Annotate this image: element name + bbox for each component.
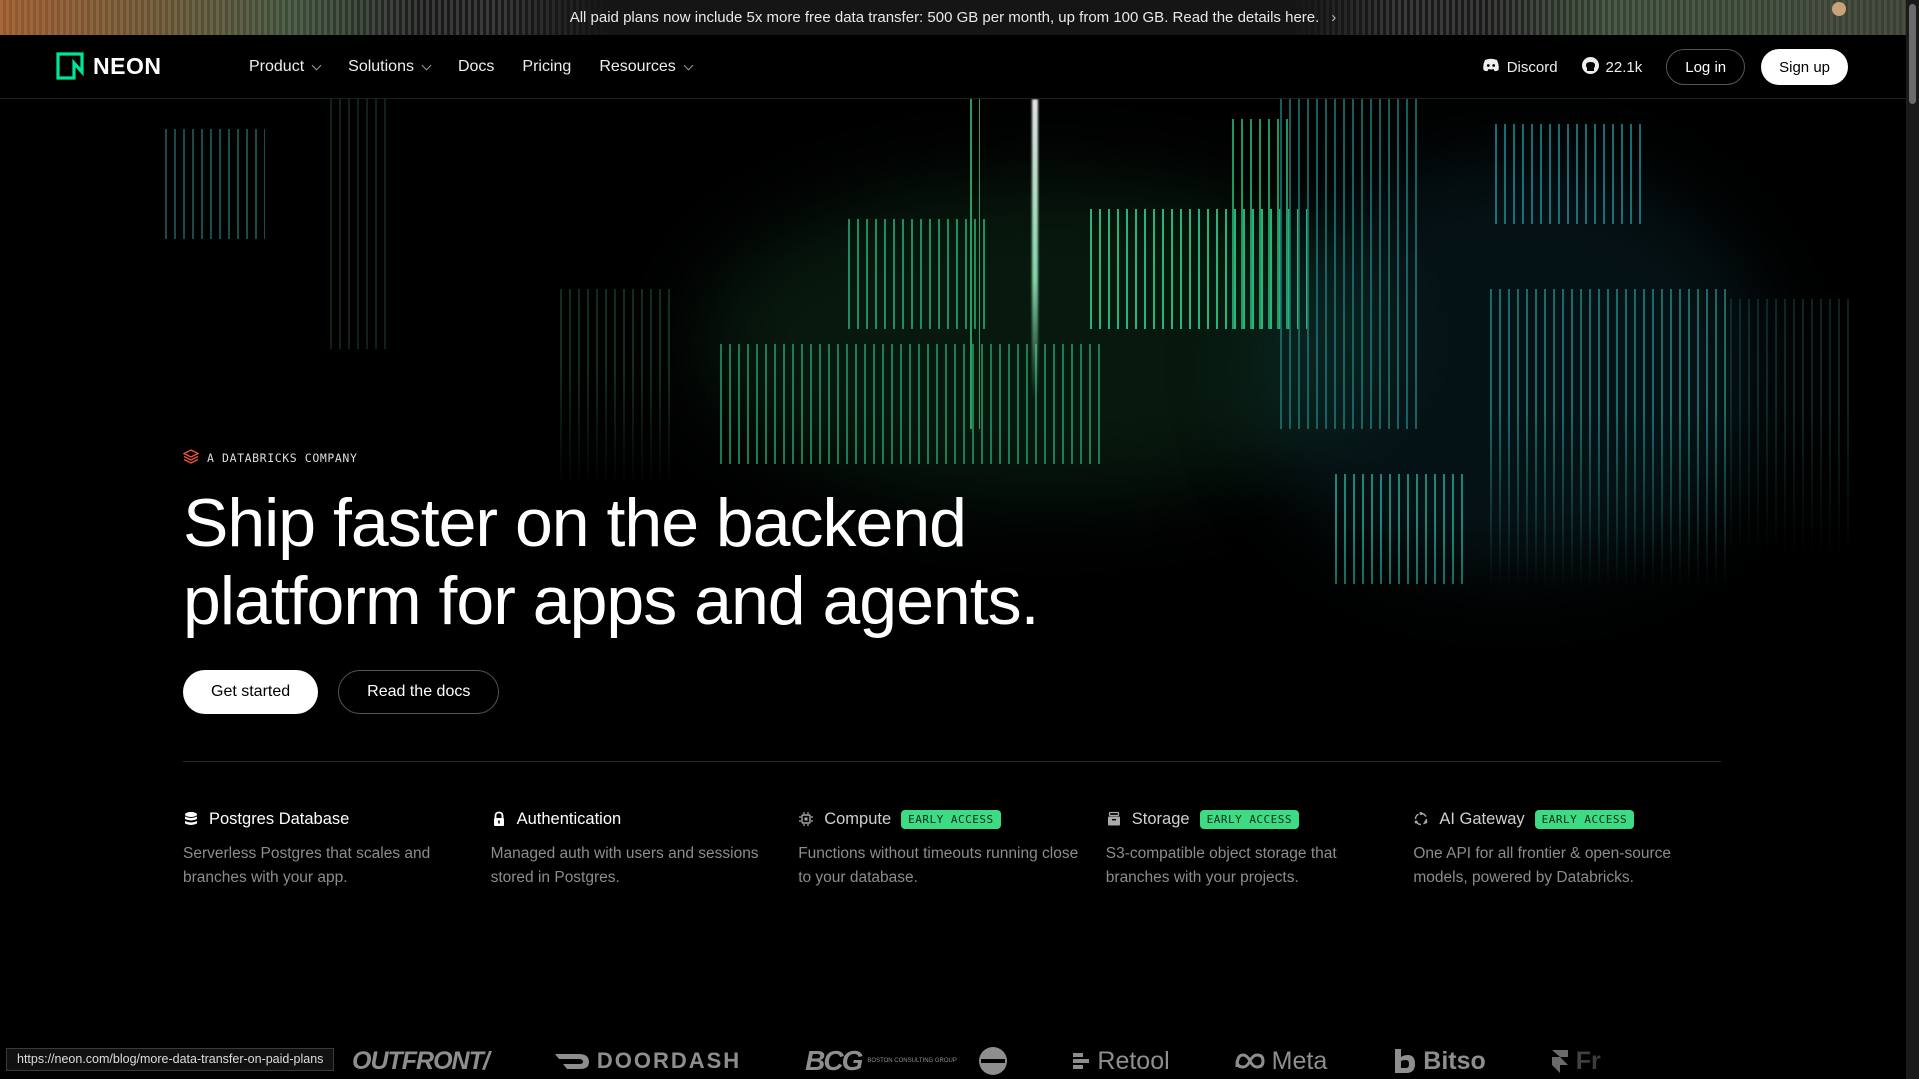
eyebrow-text: A DATABRICKS COMPANY <box>207 451 358 465</box>
login-button[interactable]: Log in <box>1666 49 1746 85</box>
outfront-logo: OUTFRONT/ <box>352 1046 490 1075</box>
feature-description: Serverless Postgres that scales and bran… <box>183 845 431 886</box>
retool-icon <box>1073 1053 1090 1069</box>
feature-description: Managed auth with users and sessions sto… <box>490 845 759 886</box>
doordash-label: DOORDASH <box>596 1048 742 1073</box>
bitso-icon <box>1395 1049 1416 1073</box>
github-icon <box>1581 56 1599 78</box>
bitso-logo: Bitso <box>1391 1047 1486 1076</box>
feature-list: Postgres Database Serverless Postgres th… <box>183 806 1721 890</box>
signup-button[interactable]: Sign up <box>1761 49 1848 85</box>
github-stars: 22.1k <box>1605 58 1643 76</box>
database-icon <box>183 811 199 827</box>
nav-solutions-label: Solutions <box>348 58 414 75</box>
page: All paid plans now include 5x more free … <box>0 0 1919 1079</box>
feature-title: Compute <box>824 809 892 828</box>
header-actions: Discord 22.1k Log in Sign up <box>1482 35 1848 99</box>
early-access-badge: EARLY ACCESS <box>901 809 1001 829</box>
meta-label: Meta <box>1271 1046 1328 1075</box>
feature-storage[interactable]: Storage EARLY ACCESS S3-compatible objec… <box>1106 806 1414 890</box>
nav-pricing-label: Pricing <box>522 58 572 75</box>
retool-logo: Retool <box>1071 1046 1170 1076</box>
chevron-down-icon <box>421 60 432 70</box>
nav-resources[interactable]: Resources <box>599 58 694 76</box>
announcement-text[interactable]: All paid plans now include 5x more free … <box>570 9 1320 26</box>
nav-resources-label: Resources <box>599 58 676 75</box>
feature-compute[interactable]: Compute EARLY ACCESS Functions without t… <box>798 806 1106 890</box>
gateway-icon <box>1413 811 1429 827</box>
status-bar-url: https://neon.com/blog/more-data-transfer… <box>6 1048 335 1071</box>
discord-link[interactable]: Discord <box>1482 58 1558 76</box>
chevron-down-icon <box>311 60 322 70</box>
meta-icon <box>1235 1053 1265 1069</box>
page-scrollbar[interactable] <box>1906 0 1919 1079</box>
read-docs-button[interactable]: Read the docs <box>338 670 500 714</box>
announcement-banner[interactable]: All paid plans now include 5x more free … <box>0 0 1906 35</box>
doordash-logo: DOORDASH <box>553 1048 741 1074</box>
pepsi-logo <box>979 1047 1008 1075</box>
extension-icon[interactable] <box>1832 2 1846 16</box>
chevron-down-icon <box>683 60 694 70</box>
feature-title: Postgres Database <box>209 809 350 828</box>
nav-pricing[interactable]: Pricing <box>522 58 571 76</box>
hero-headline: Ship faster on the backend platform for … <box>183 484 1183 640</box>
neon-logo-icon <box>56 52 84 80</box>
chevron-right-icon: › <box>1331 9 1337 26</box>
early-access-badge: EARLY ACCESS <box>1534 809 1635 829</box>
bitso-label: Bitso <box>1423 1046 1486 1075</box>
chip-icon <box>798 811 814 827</box>
feature-postgres[interactable]: Postgres Database Serverless Postgres th… <box>183 806 491 890</box>
bcg-label: BCG <box>805 1045 863 1076</box>
databricks-eyebrow[interactable]: A DATABRICKS COMPANY <box>182 449 358 467</box>
feature-authentication[interactable]: Authentication Managed auth with users a… <box>491 806 799 890</box>
bcg-subtitle: BOSTON CONSULTING GROUP <box>867 1057 957 1064</box>
feature-title: Storage <box>1131 809 1190 828</box>
framer-icon <box>1551 1050 1568 1073</box>
feature-title: Authentication <box>516 809 622 828</box>
early-access-badge: EARLY ACCESS <box>1199 809 1300 829</box>
headline-line-2: platform for apps and agents. <box>183 563 1040 639</box>
retool-label: Retool <box>1097 1046 1170 1075</box>
site-header: NEON Product Solutions Docs Pricing Reso… <box>0 35 1906 99</box>
lock-icon <box>491 811 507 827</box>
meta-logo: Meta <box>1234 1046 1328 1076</box>
nav-solutions[interactable]: Solutions <box>348 58 432 76</box>
section-divider <box>183 761 1721 762</box>
nav-docs[interactable]: Docs <box>458 58 494 76</box>
databricks-icon <box>182 449 200 467</box>
main-nav: Product Solutions Docs Pricing Resources <box>249 35 694 99</box>
scrollbar-thumb[interactable] <box>1909 4 1916 104</box>
bcg-logo: BCG BOSTON CONSULTING GROUP <box>805 1045 957 1077</box>
github-link[interactable]: 22.1k <box>1581 56 1643 78</box>
neon-logo[interactable]: NEON <box>56 52 161 80</box>
headline-line-1: Ship faster on the backend <box>183 485 967 561</box>
doordash-icon <box>554 1054 589 1069</box>
hero-cta-row: Get started Read the docs <box>183 670 500 714</box>
discord-label: Discord <box>1506 58 1558 76</box>
nav-product[interactable]: Product <box>249 58 322 76</box>
feature-description: Functions without timeouts running close… <box>798 845 1079 886</box>
get-started-button[interactable]: Get started <box>183 670 319 714</box>
feature-title: AI Gateway <box>1439 809 1525 828</box>
nav-docs-label: Docs <box>457 58 495 75</box>
feature-description: S3-compatible object storage that branch… <box>1105 845 1337 886</box>
customer-logos: OUTFRONT/ DOORDASH BCG BOSTON CONSULTING… <box>352 1045 1601 1077</box>
logo-text: NEON <box>93 52 162 79</box>
feature-ai-gateway[interactable]: AI Gateway EARLY ACCESS One API for all … <box>1413 806 1721 890</box>
storage-icon <box>1106 811 1122 827</box>
nav-product-label: Product <box>249 58 305 75</box>
feature-description: One API for all frontier & open-source m… <box>1413 845 1671 886</box>
discord-icon <box>1482 58 1500 76</box>
